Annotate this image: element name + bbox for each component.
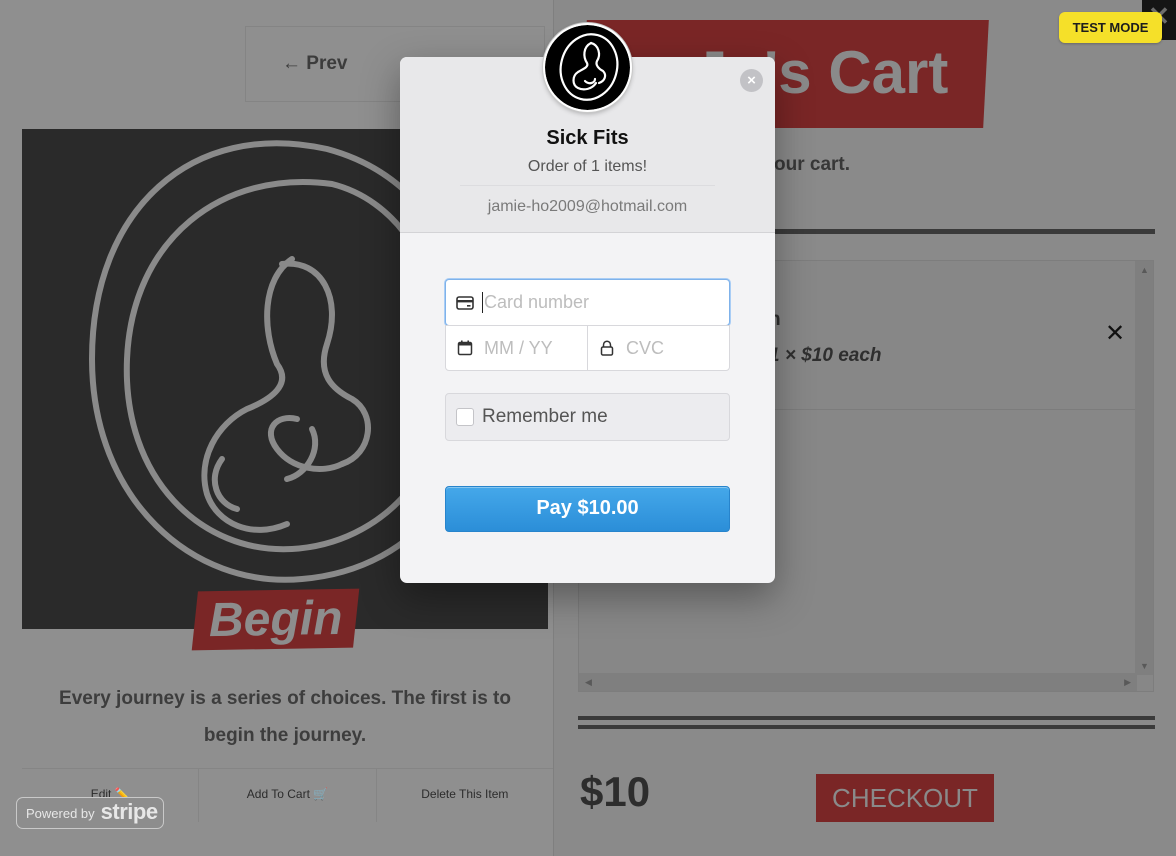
scroll-up-icon[interactable]: ▲ bbox=[1140, 265, 1149, 275]
add-to-cart-button[interactable]: Add To Cart 🛒 bbox=[199, 769, 377, 822]
vertical-scrollbar[interactable]: ▲ ▼ bbox=[1135, 261, 1153, 675]
cart-total: $10 bbox=[580, 768, 651, 815]
delete-item-button[interactable]: Delete This Item bbox=[377, 769, 553, 822]
remember-me-checkbox[interactable] bbox=[456, 408, 474, 426]
modal-header: × Sick Fits Order of 1 items! jamie-ho20… bbox=[400, 23, 775, 233]
prev-link[interactable]: ← Prev bbox=[282, 53, 347, 75]
scroll-right-icon[interactable]: ▶ bbox=[1124, 677, 1131, 688]
product-description: Every journey is a series of choices. Th… bbox=[59, 688, 511, 746]
stripe-logo: stripe bbox=[100, 798, 158, 824]
cart-subtitle: our cart. bbox=[774, 154, 851, 175]
pay-button[interactable]: Pay $10.00 bbox=[445, 486, 730, 532]
powered-by-label: Powered by bbox=[26, 805, 95, 821]
store-name: Sick Fits bbox=[546, 127, 629, 149]
stripe-checkout-modal: × Sick Fits Order of 1 items! jamie-ho20… bbox=[400, 23, 775, 583]
expiry-field[interactable]: MM / YY bbox=[445, 325, 588, 371]
test-mode-badge: TEST MODE bbox=[1059, 12, 1162, 43]
cvc-placeholder: CVC bbox=[626, 337, 665, 358]
text-cursor bbox=[482, 292, 483, 313]
product-title[interactable]: Begin bbox=[208, 591, 343, 648]
expiry-placeholder: MM / YY bbox=[484, 337, 553, 358]
powered-by-stripe-badge[interactable]: Powered by stripe bbox=[16, 797, 164, 829]
horizontal-scrollbar[interactable]: ◀ ▶ bbox=[579, 673, 1137, 691]
remember-me-option[interactable]: Remember me bbox=[445, 393, 730, 441]
cart-item-quantity: 1 × $10 each bbox=[769, 345, 882, 366]
cart-item-remove-button[interactable]: ✕ bbox=[1105, 319, 1125, 348]
store-logo bbox=[543, 23, 632, 112]
lock-icon bbox=[590, 340, 624, 356]
card-icon bbox=[448, 295, 482, 310]
scroll-left-icon[interactable]: ◀ bbox=[585, 677, 592, 688]
header-separator bbox=[460, 185, 715, 186]
scroll-down-icon[interactable]: ▼ bbox=[1140, 661, 1149, 671]
modal-close-button[interactable]: × bbox=[740, 69, 763, 92]
customer-email[interactable]: jamie-ho2009@hotmail.com bbox=[400, 198, 775, 216]
checkout-button[interactable]: CHECKOUT bbox=[816, 774, 994, 822]
cvc-field[interactable]: CVC bbox=[587, 325, 730, 371]
cart-footer-divider-2 bbox=[578, 725, 1155, 729]
card-number-field[interactable]: Card number bbox=[445, 279, 730, 326]
card-number-placeholder: Card number bbox=[484, 292, 590, 312]
calendar-icon bbox=[448, 340, 482, 356]
remember-me-label: Remember me bbox=[482, 406, 608, 427]
order-description: Order of 1 items! bbox=[527, 158, 648, 175]
fetus-logo-icon bbox=[545, 25, 630, 110]
cart-footer-divider bbox=[578, 716, 1155, 720]
product-title-banner: Begin bbox=[191, 588, 360, 651]
